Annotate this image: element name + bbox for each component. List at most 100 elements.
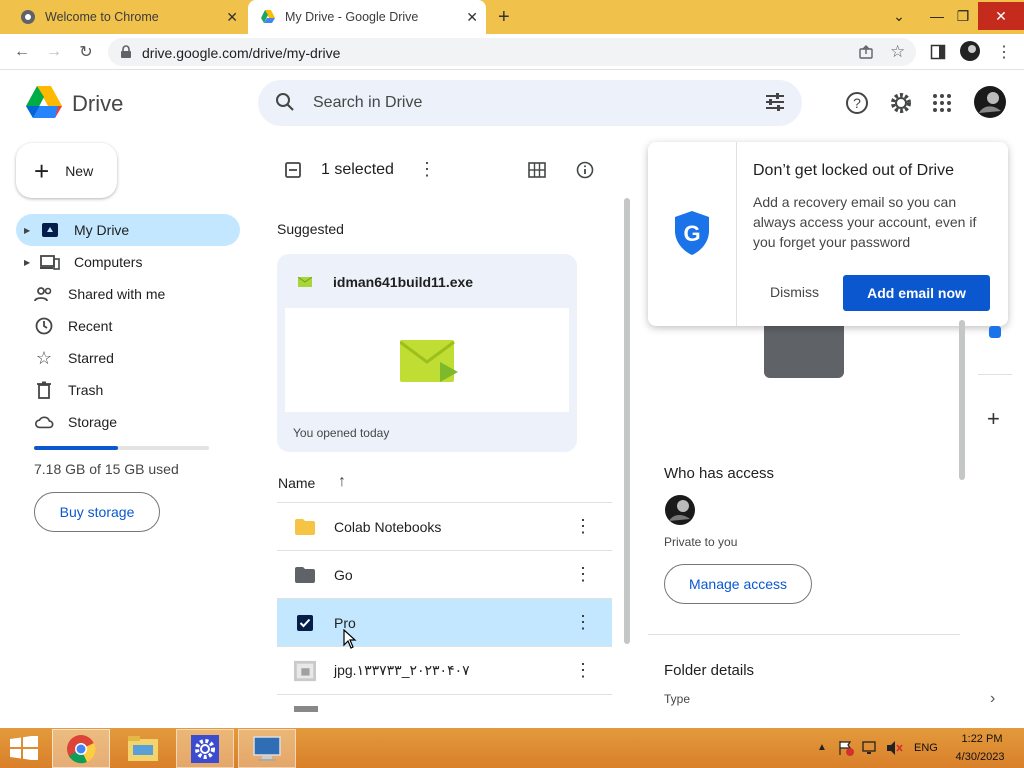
info-icon[interactable] (576, 161, 594, 179)
file-name: Colab Notebooks (334, 518, 442, 535)
chrome-globe-icon (20, 9, 36, 25)
sidebar-item-my-drive[interactable]: ▶ My Drive (16, 214, 240, 246)
help-icon[interactable]: ? (845, 91, 869, 115)
language-indicator[interactable]: ENG (914, 742, 938, 754)
folder-preview (764, 326, 844, 378)
tab-welcome[interactable]: Welcome to Chrome ✕ (8, 0, 246, 34)
taskbar-chrome[interactable] (52, 729, 110, 768)
chrome-icon (67, 734, 96, 763)
browser-menu-icon[interactable]: ⋮ (996, 42, 1012, 62)
url-text[interactable]: drive.google.com/drive/my-drive (142, 45, 340, 61)
settings-gear-icon[interactable] (889, 91, 913, 115)
clock-date[interactable]: 4/30/2023 (950, 751, 1010, 763)
dismiss-button[interactable]: Dismiss (770, 284, 819, 300)
side-app-icon[interactable] (989, 326, 1001, 338)
tray-flag-icon[interactable] (838, 740, 854, 756)
sidebar-item-computers[interactable]: ▶ Computers (16, 246, 240, 278)
app-title[interactable]: Drive (72, 91, 123, 117)
tray-chevron-icon[interactable]: ▲ (817, 742, 827, 753)
manage-access-button[interactable]: Manage access (664, 564, 812, 604)
restore-button[interactable]: ❐ (948, 2, 978, 30)
sidebar-item-recent[interactable]: Recent (16, 310, 240, 342)
storage-usage-text: 7.18 GB of 15 GB used (34, 461, 179, 477)
details-divider (648, 634, 960, 635)
next-row-thumbnail-icon (294, 706, 318, 712)
sidebar-item-trash[interactable]: Trash (16, 374, 240, 406)
search-icon[interactable] (275, 92, 295, 112)
account-avatar[interactable] (973, 85, 1007, 119)
sidebar-item-storage[interactable]: Storage (16, 406, 240, 438)
apps-grid-icon[interactable] (932, 93, 952, 113)
reload-icon[interactable]: ↻ (76, 42, 96, 62)
tab-search-icon[interactable]: ⌄ (884, 2, 914, 30)
expand-arrow-icon[interactable]: ▶ (24, 258, 34, 267)
star-icon: ☆ (35, 347, 53, 368)
search-input[interactable]: Search in Drive (313, 94, 422, 112)
expand-arrow-icon[interactable]: ▶ (24, 226, 34, 235)
expand-panel-chevron-icon[interactable]: › (990, 690, 995, 708)
row-more-icon[interactable]: ⋮ (574, 565, 592, 583)
cloud-icon (34, 412, 54, 432)
sidebar-item-label: Trash (68, 382, 104, 398)
popup-body: Add a recovery email so you can always a… (753, 194, 977, 250)
close-window-button[interactable]: ✕ (978, 2, 1024, 30)
file-list-scrollbar[interactable] (624, 198, 630, 644)
profile-avatar[interactable] (960, 41, 980, 61)
drive-logo-icon[interactable] (25, 85, 63, 119)
close-tab-icon[interactable]: ✕ (226, 9, 238, 26)
file-name: jpg.۱۳۳۷۳۳_۲۰۲۳۰۴۰۷ (334, 662, 470, 678)
new-button[interactable]: + New (16, 143, 117, 198)
row-more-icon[interactable]: ⋮ (574, 517, 592, 535)
sidebar-item-shared[interactable]: Shared with me (16, 278, 240, 310)
suggested-file-name: idman641build11.exe (333, 274, 474, 290)
tray-volume-muted-icon[interactable] (886, 740, 904, 756)
privacy-text: Private to you (664, 535, 738, 549)
clear-selection-icon[interactable] (285, 162, 301, 178)
folder-icon (294, 516, 316, 538)
clock-icon (34, 316, 54, 336)
suggested-heading: Suggested (277, 221, 344, 237)
sidebar-item-label: Shared with me (68, 286, 166, 302)
folder-details-heading: Folder details (664, 662, 755, 679)
more-actions-icon[interactable]: ⋮ (418, 159, 436, 180)
gear-icon (191, 734, 219, 763)
name-column-header[interactable]: Name (278, 475, 315, 491)
tray-network-icon[interactable] (862, 740, 878, 756)
list-item-pro[interactable]: Pro ⋮ (277, 599, 612, 647)
details-scrollbar[interactable] (959, 320, 965, 480)
share-icon[interactable] (858, 44, 874, 60)
row-more-icon[interactable]: ⋮ (574, 661, 592, 679)
clock-time[interactable]: 1:22 PM (960, 733, 1004, 745)
side-panel-icon[interactable] (930, 44, 946, 60)
computers-icon (40, 252, 60, 272)
list-item-go[interactable]: Go ⋮ (277, 551, 612, 599)
buy-storage-button[interactable]: Buy storage (34, 492, 160, 532)
add-addon-icon[interactable]: + (987, 406, 1000, 432)
svg-text:G: G (683, 221, 700, 246)
taskbar-settings[interactable] (176, 729, 234, 768)
tab-my-drive[interactable]: My Drive - Google Drive ✕ (248, 0, 486, 34)
storage-meter-fill (34, 446, 118, 450)
search-options-icon[interactable] (764, 92, 786, 112)
shared-icon (34, 284, 54, 304)
windows-start-icon[interactable] (10, 736, 38, 760)
checkbox-checked-icon[interactable] (294, 612, 316, 634)
close-tab-icon[interactable]: ✕ (466, 9, 478, 26)
sidebar-item-starred[interactable]: ☆ Starred (16, 342, 240, 374)
taskbar-remote-desktop[interactable] (238, 729, 296, 768)
new-tab-button[interactable]: + (498, 6, 510, 29)
lock-icon[interactable] (120, 45, 132, 59)
sort-ascending-icon[interactable]: ↑ (338, 473, 346, 491)
taskbar-file-explorer[interactable] (114, 729, 172, 768)
list-item-colab-notebooks[interactable]: Colab Notebooks ⋮ (277, 503, 612, 551)
bookmark-star-icon[interactable]: ☆ (890, 42, 905, 62)
forward-icon[interactable]: → (44, 42, 64, 62)
owner-avatar (664, 494, 696, 526)
back-icon[interactable]: ← (12, 42, 32, 62)
grid-view-icon[interactable] (528, 162, 546, 178)
new-label: New (65, 162, 94, 179)
list-item-image[interactable]: jpg.۱۳۳۷۳۳_۲۰۲۳۰۴۰۷ ⋮ (277, 647, 612, 695)
add-email-button[interactable]: Add email now (843, 275, 990, 311)
row-more-icon[interactable]: ⋮ (574, 613, 592, 631)
file-name: Go (334, 566, 353, 583)
